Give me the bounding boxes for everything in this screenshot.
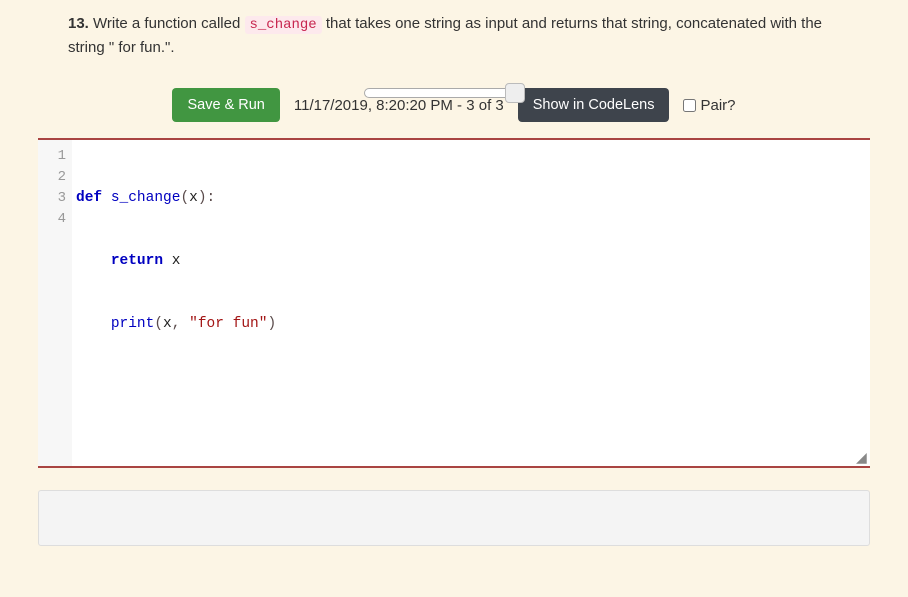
code-line-1: def s_change(x): xyxy=(76,188,866,209)
pair-toggle[interactable]: Pair? xyxy=(683,97,735,114)
question-inline-code: s_change xyxy=(245,16,322,34)
line-number: 4 xyxy=(38,209,72,230)
line-number: 1 xyxy=(38,146,72,167)
question-prompt: 13. Write a function called s_change tha… xyxy=(68,12,840,60)
slider-track xyxy=(364,88,524,98)
question-text-before: Write a function called xyxy=(89,15,245,32)
code-line-2: return x xyxy=(76,251,866,272)
code-editor[interactable]: 1 2 3 4 def s_change(x): return x print(… xyxy=(38,138,870,468)
line-number-gutter: 1 2 3 4 xyxy=(38,140,72,466)
timestamp-text: 11/17/2019, 8:20:20 PM - 3 of 3 xyxy=(294,97,504,114)
code-line-4 xyxy=(76,377,866,398)
pair-label: Pair? xyxy=(700,97,735,114)
code-line-3: print(x, "for fun") xyxy=(76,314,866,335)
save-run-button[interactable]: Save & Run xyxy=(172,88,279,122)
history-slider[interactable] xyxy=(364,88,544,98)
pair-checkbox[interactable] xyxy=(683,99,696,112)
slider-thumb[interactable] xyxy=(505,83,525,103)
line-number: 3 xyxy=(38,188,72,209)
output-panel xyxy=(38,490,870,546)
line-number: 2 xyxy=(38,167,72,188)
code-area[interactable]: def s_change(x): return x print(x, "for … xyxy=(72,140,870,466)
question-number: 13. xyxy=(68,15,89,32)
